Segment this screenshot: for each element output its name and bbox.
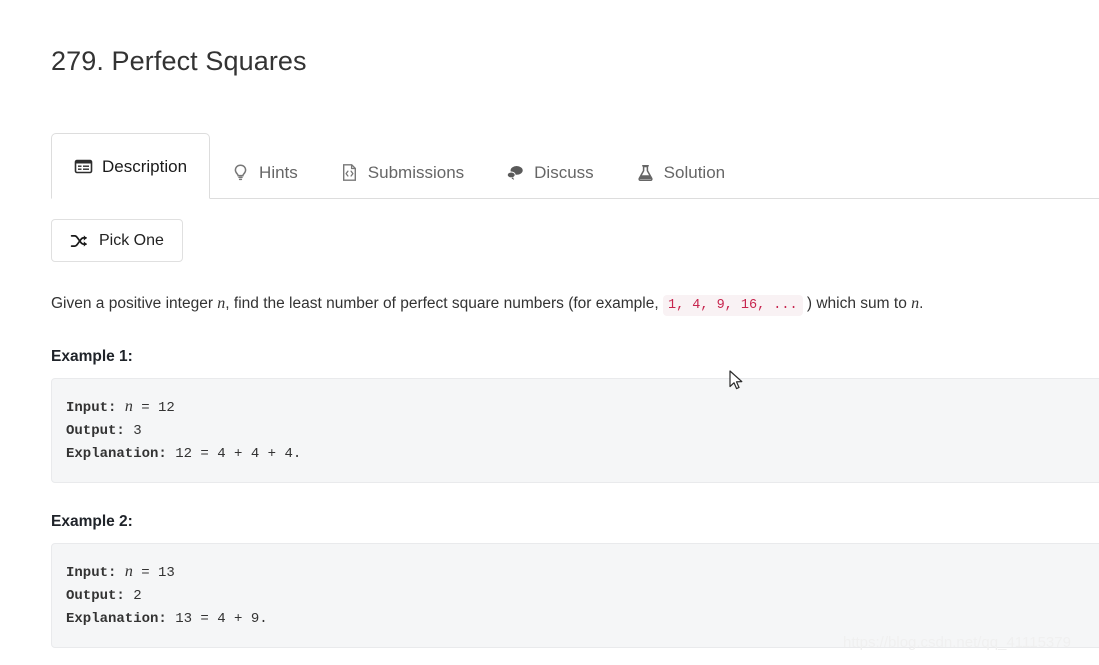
- input-label: Input:: [66, 565, 117, 581]
- tab-label: Solution: [663, 163, 726, 182]
- chat-bubbles-icon: [506, 163, 525, 182]
- tab-label: Hints: [259, 163, 298, 182]
- input-label: Input:: [66, 400, 117, 416]
- output-value: 2: [124, 588, 142, 604]
- tab-list: Description Hints Submissions Discuss So…: [51, 133, 1099, 199]
- example-2-code-block: Input: n = 13 Output: 2 Explanation: 13 = …: [51, 543, 1099, 648]
- pick-one-button[interactable]: Pick One: [51, 219, 183, 262]
- code-line-explanation: Explanation: 12 = 4 + 4 + 4.: [66, 443, 1099, 466]
- example-2-heading: Example 2:: [51, 513, 133, 530]
- tab-bar: Description Hints Submissions Discuss So…: [51, 133, 1099, 199]
- lightbulb-icon: [231, 163, 250, 182]
- page-title: 279. Perfect Squares: [51, 46, 307, 77]
- tab-label: Submissions: [367, 163, 465, 182]
- tab-label: Discuss: [534, 163, 594, 182]
- code-line-input: Input: n = 13: [66, 560, 1099, 585]
- shuffle-icon: [70, 232, 88, 250]
- explanation-label: Explanation:: [66, 611, 167, 627]
- tab-discuss[interactable]: Discuss: [485, 146, 615, 198]
- variable-n: n: [124, 563, 133, 580]
- tab-solution[interactable]: Solution: [615, 146, 746, 198]
- statement-part-4: .: [919, 295, 924, 312]
- statement-part-2: , find the least number of perfect squar…: [225, 295, 663, 312]
- tab-label: Description: [102, 156, 188, 176]
- watermark: https://blog.csdn.net/qq_41115379: [843, 634, 1071, 651]
- code-file-icon: [340, 163, 359, 182]
- tab-hints[interactable]: Hints: [210, 146, 319, 198]
- description-content: Given a positive integer n , find the lea…: [51, 292, 1099, 662]
- input-value: = 13: [132, 565, 175, 581]
- example-1-code-block: Input: n = 12 Output: 3 Explanation: 12 = …: [51, 378, 1099, 483]
- statement-part-1: Given a positive integer: [51, 295, 218, 312]
- output-label: Output:: [66, 588, 125, 604]
- problem-page: 279. Perfect Squares Description Hints S…: [0, 0, 1099, 665]
- output-label: Output:: [66, 423, 125, 439]
- description-icon: [74, 157, 93, 176]
- code-line-output: Output: 3: [66, 420, 1099, 443]
- variable-n: n: [911, 295, 920, 312]
- code-line-output: Output: 2: [66, 585, 1099, 608]
- code-line-explanation: Explanation: 13 = 4 + 9.: [66, 608, 1099, 631]
- example-1-heading: Example 1:: [51, 348, 133, 365]
- problem-statement: Given a positive integer n , find the lea…: [51, 292, 1099, 318]
- flask-icon: [636, 163, 655, 182]
- tab-submissions[interactable]: Submissions: [319, 146, 485, 198]
- pick-one-label: Pick One: [99, 231, 164, 249]
- code-line-input: Input: n = 12: [66, 395, 1099, 420]
- variable-n: n: [124, 398, 133, 415]
- input-value: = 12: [132, 400, 175, 416]
- output-value: 3: [124, 423, 142, 439]
- explanation-label: Explanation:: [66, 446, 167, 462]
- tab-description[interactable]: Description: [51, 133, 211, 199]
- inline-code-example: 1, 4, 9, 16, ...: [662, 295, 803, 316]
- explanation-value: 12 = 4 + 4 + 4.: [166, 446, 302, 462]
- statement-part-3: ) which sum to: [802, 295, 912, 312]
- explanation-value: 13 = 4 + 9.: [166, 611, 268, 627]
